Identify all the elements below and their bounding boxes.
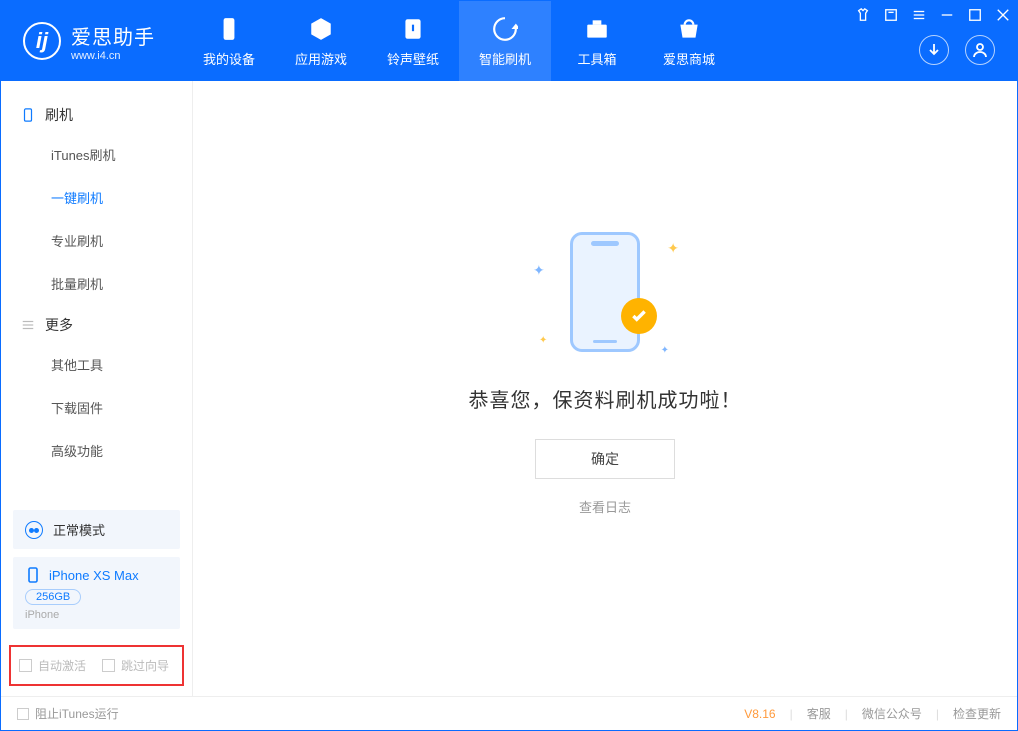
close-icon[interactable] bbox=[995, 7, 1011, 23]
nav-smart-flash[interactable]: 智能刷机 bbox=[459, 1, 551, 81]
checkbox-skip-guide[interactable]: 跳过向导 bbox=[102, 657, 169, 674]
logo-icon: ij bbox=[23, 22, 61, 60]
sidebar-options-highlighted: 自动激活 跳过向导 bbox=[9, 645, 184, 686]
phone-icon bbox=[25, 567, 41, 583]
toolbox-icon bbox=[583, 15, 611, 43]
nav-my-device[interactable]: 我的设备 bbox=[183, 1, 275, 81]
sparkle-icon: ✦ bbox=[667, 240, 679, 257]
sidebar-status[interactable]: 正常模式 bbox=[13, 510, 180, 549]
note-icon[interactable] bbox=[883, 7, 899, 23]
sparkle-icon: ✦ bbox=[539, 335, 547, 346]
maximize-icon[interactable] bbox=[967, 7, 983, 23]
cube-icon bbox=[307, 15, 335, 43]
device-capacity: 256GB bbox=[25, 589, 81, 605]
checkbox-label: 跳过向导 bbox=[121, 657, 169, 674]
version-label: V8.16 bbox=[744, 707, 775, 721]
status-icon bbox=[25, 521, 43, 539]
separator: | bbox=[936, 707, 939, 721]
nav-apps-games[interactable]: 应用游戏 bbox=[275, 1, 367, 81]
main-nav: 我的设备 应用游戏 铃声壁纸 智能刷机 工具箱 爱思商城 bbox=[183, 1, 735, 81]
sidebar-item-pro-flash[interactable]: 专业刷机 bbox=[1, 219, 192, 262]
logo-text: 爱思助手 www.i4.cn bbox=[71, 21, 155, 62]
checkbox-auto-activate[interactable]: 自动激活 bbox=[19, 657, 86, 674]
sidebar-item-download-firmware[interactable]: 下载固件 bbox=[1, 386, 192, 429]
separator: | bbox=[845, 707, 848, 721]
store-icon bbox=[675, 15, 703, 43]
sidebar-group-more: 更多 bbox=[1, 305, 192, 343]
support-link[interactable]: 客服 bbox=[807, 705, 831, 722]
sidebar-group-flash: 刷机 bbox=[1, 95, 192, 133]
phone-icon bbox=[570, 232, 640, 352]
phone-icon bbox=[21, 108, 35, 122]
sparkle-icon: ✦ bbox=[533, 262, 545, 279]
nav-ringtone-wallpaper[interactable]: 铃声壁纸 bbox=[367, 1, 459, 81]
sparkle-icon: ✦ bbox=[661, 345, 669, 356]
sidebar-scroll: 刷机 iTunes刷机 一键刷机 专业刷机 批量刷机 更多 其他工具 下载固件 … bbox=[1, 81, 192, 502]
checkbox-icon bbox=[19, 659, 32, 672]
nav-label: 应用游戏 bbox=[295, 49, 347, 68]
sidebar: 刷机 iTunes刷机 一键刷机 专业刷机 批量刷机 更多 其他工具 下载固件 … bbox=[1, 81, 193, 696]
device-icon bbox=[215, 15, 243, 43]
header-right-icons bbox=[919, 35, 995, 65]
status-label: 正常模式 bbox=[53, 520, 105, 539]
window-controls bbox=[855, 7, 1011, 23]
sidebar-item-oneclick-flash[interactable]: 一键刷机 bbox=[1, 176, 192, 219]
device-name: iPhone XS Max bbox=[49, 568, 139, 583]
sidebar-item-batch-flash[interactable]: 批量刷机 bbox=[1, 262, 192, 305]
nav-toolbox[interactable]: 工具箱 bbox=[551, 1, 643, 81]
content-area: ✦ ✦ ✦ ✦ 恭喜您，保资料刷机成功啦！ 确定 查看日志 bbox=[193, 81, 1017, 696]
minimize-icon[interactable] bbox=[939, 7, 955, 23]
wechat-link[interactable]: 微信公众号 bbox=[862, 705, 922, 722]
group-label: 刷机 bbox=[45, 105, 73, 125]
success-graphic: ✦ ✦ ✦ ✦ bbox=[525, 222, 685, 362]
success-panel: ✦ ✦ ✦ ✦ 恭喜您，保资料刷机成功啦！ 确定 查看日志 bbox=[469, 222, 742, 516]
nav-label: 工具箱 bbox=[577, 49, 616, 68]
success-text: 恭喜您，保资料刷机成功啦！ bbox=[469, 384, 742, 413]
check-badge-icon bbox=[621, 298, 657, 334]
nav-label: 智能刷机 bbox=[479, 49, 531, 68]
titlebar: ij 爱思助手 www.i4.cn 我的设备 应用游戏 铃声壁纸 智能刷机 bbox=[1, 1, 1017, 81]
nav-store[interactable]: 爱思商城 bbox=[643, 1, 735, 81]
sidebar-item-other-tools[interactable]: 其他工具 bbox=[1, 343, 192, 386]
app-name-en: www.i4.cn bbox=[71, 50, 155, 62]
view-log-link[interactable]: 查看日志 bbox=[579, 497, 631, 516]
device-type: iPhone bbox=[25, 609, 168, 621]
sidebar-item-advanced[interactable]: 高级功能 bbox=[1, 429, 192, 472]
nav-label: 爱思商城 bbox=[663, 49, 715, 68]
logo: ij 爱思助手 www.i4.cn bbox=[1, 1, 173, 81]
ok-button[interactable]: 确定 bbox=[535, 439, 675, 479]
list-icon bbox=[21, 318, 35, 332]
checkbox-icon bbox=[17, 708, 29, 720]
refresh-icon bbox=[491, 15, 519, 43]
checkbox-label: 自动激活 bbox=[38, 657, 86, 674]
menu-icon[interactable] bbox=[911, 7, 927, 23]
app-window: ij 爱思助手 www.i4.cn 我的设备 应用游戏 铃声壁纸 智能刷机 bbox=[0, 0, 1018, 731]
shirt-icon[interactable] bbox=[855, 7, 871, 23]
app-name-cn: 爱思助手 bbox=[71, 21, 155, 50]
nav-label: 我的设备 bbox=[203, 49, 255, 68]
checkbox-icon bbox=[102, 659, 115, 672]
group-label: 更多 bbox=[45, 315, 73, 335]
download-button[interactable] bbox=[919, 35, 949, 65]
sidebar-device[interactable]: iPhone XS Max 256GB iPhone bbox=[13, 557, 180, 629]
check-update-link[interactable]: 检查更新 bbox=[953, 705, 1001, 722]
checkbox-label: 阻止iTunes运行 bbox=[35, 705, 119, 722]
nav-label: 铃声壁纸 bbox=[387, 49, 439, 68]
user-button[interactable] bbox=[965, 35, 995, 65]
body: 刷机 iTunes刷机 一键刷机 专业刷机 批量刷机 更多 其他工具 下载固件 … bbox=[1, 81, 1017, 696]
music-icon bbox=[399, 15, 427, 43]
statusbar: 阻止iTunes运行 V8.16 | 客服 | 微信公众号 | 检查更新 bbox=[1, 696, 1017, 730]
sidebar-item-itunes-flash[interactable]: iTunes刷机 bbox=[1, 133, 192, 176]
checkbox-block-itunes[interactable]: 阻止iTunes运行 bbox=[17, 705, 119, 722]
separator: | bbox=[790, 707, 793, 721]
